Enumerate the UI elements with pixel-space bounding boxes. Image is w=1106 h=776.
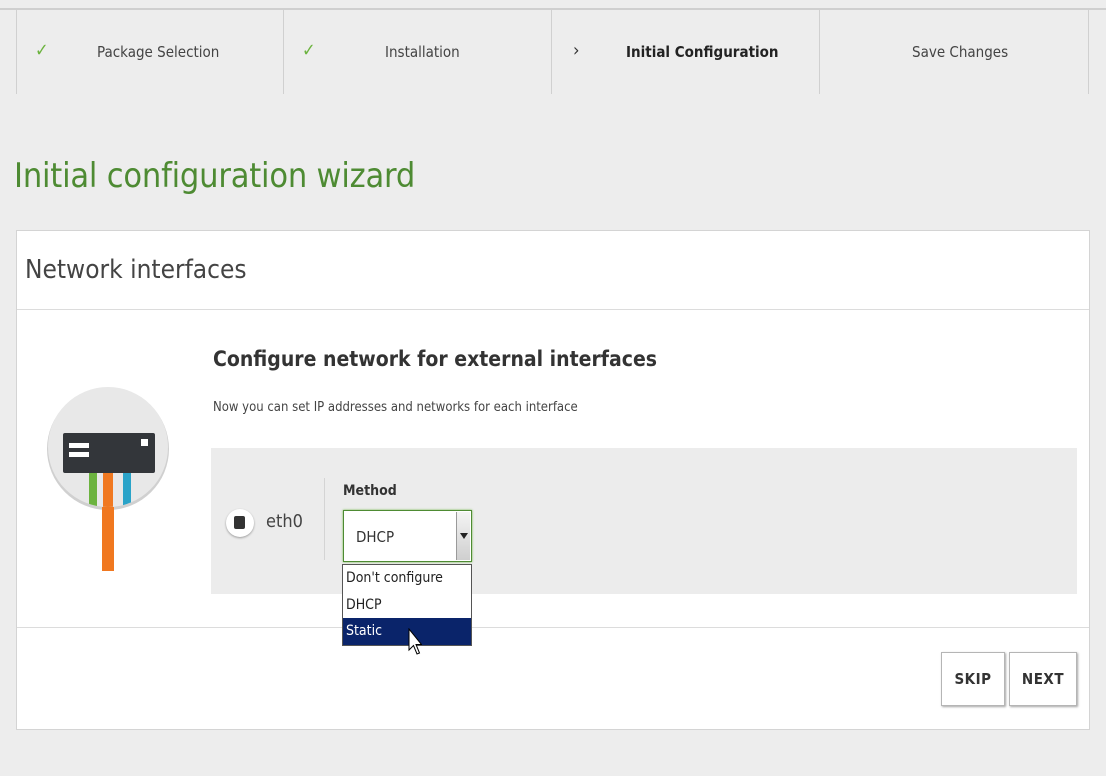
chevron-right-icon: › xyxy=(573,40,580,61)
step-initial-configuration: › Initial Configuration xyxy=(552,10,820,94)
step-label: Initial Configuration xyxy=(626,43,779,61)
method-select-value: DHCP xyxy=(356,528,395,546)
network-port-icon xyxy=(226,509,254,537)
interface-row: eth0 Method DHCP xyxy=(211,448,1077,594)
divider xyxy=(324,478,325,560)
method-select[interactable]: DHCP xyxy=(343,510,472,562)
network-interfaces-panel: Network interfaces Configure network for… xyxy=(16,230,1090,730)
step-package-selection: ✓ Package Selection xyxy=(16,10,284,94)
method-dropdown-list[interactable]: Don't configure DHCP Static xyxy=(342,564,472,646)
step-label: Save Changes xyxy=(912,43,1009,61)
method-label: Method xyxy=(343,483,397,499)
panel-header: Network interfaces xyxy=(17,231,1089,310)
next-button[interactable]: NEXT xyxy=(1009,652,1077,706)
check-icon: ✓ xyxy=(302,40,316,61)
interface-name: eth0 xyxy=(266,511,303,532)
network-illustration xyxy=(47,387,169,571)
step-installation: ✓ Installation xyxy=(284,10,552,94)
section-description: Now you can set IP addresses and network… xyxy=(213,400,578,415)
option-dhcp[interactable]: DHCP xyxy=(343,592,471,619)
panel-heading: Network interfaces xyxy=(25,255,247,285)
option-static[interactable]: Static xyxy=(343,618,471,645)
page-title: Initial configuration wizard xyxy=(14,156,416,196)
check-icon: ✓ xyxy=(35,40,49,61)
step-label: Installation xyxy=(385,43,460,61)
wizard-stepper: ✓ Package Selection ✓ Installation › Ini… xyxy=(16,10,1090,94)
step-label: Package Selection xyxy=(97,43,220,61)
option-dont-configure[interactable]: Don't configure xyxy=(343,565,471,592)
panel-footer-divider xyxy=(17,627,1089,628)
dropdown-arrow-icon[interactable] xyxy=(456,512,470,560)
section-title: Configure network for external interface… xyxy=(213,347,658,371)
step-save-changes: Save Changes xyxy=(820,10,1089,94)
skip-button[interactable]: SKIP xyxy=(941,652,1005,706)
mouse-pointer-icon xyxy=(408,628,422,655)
